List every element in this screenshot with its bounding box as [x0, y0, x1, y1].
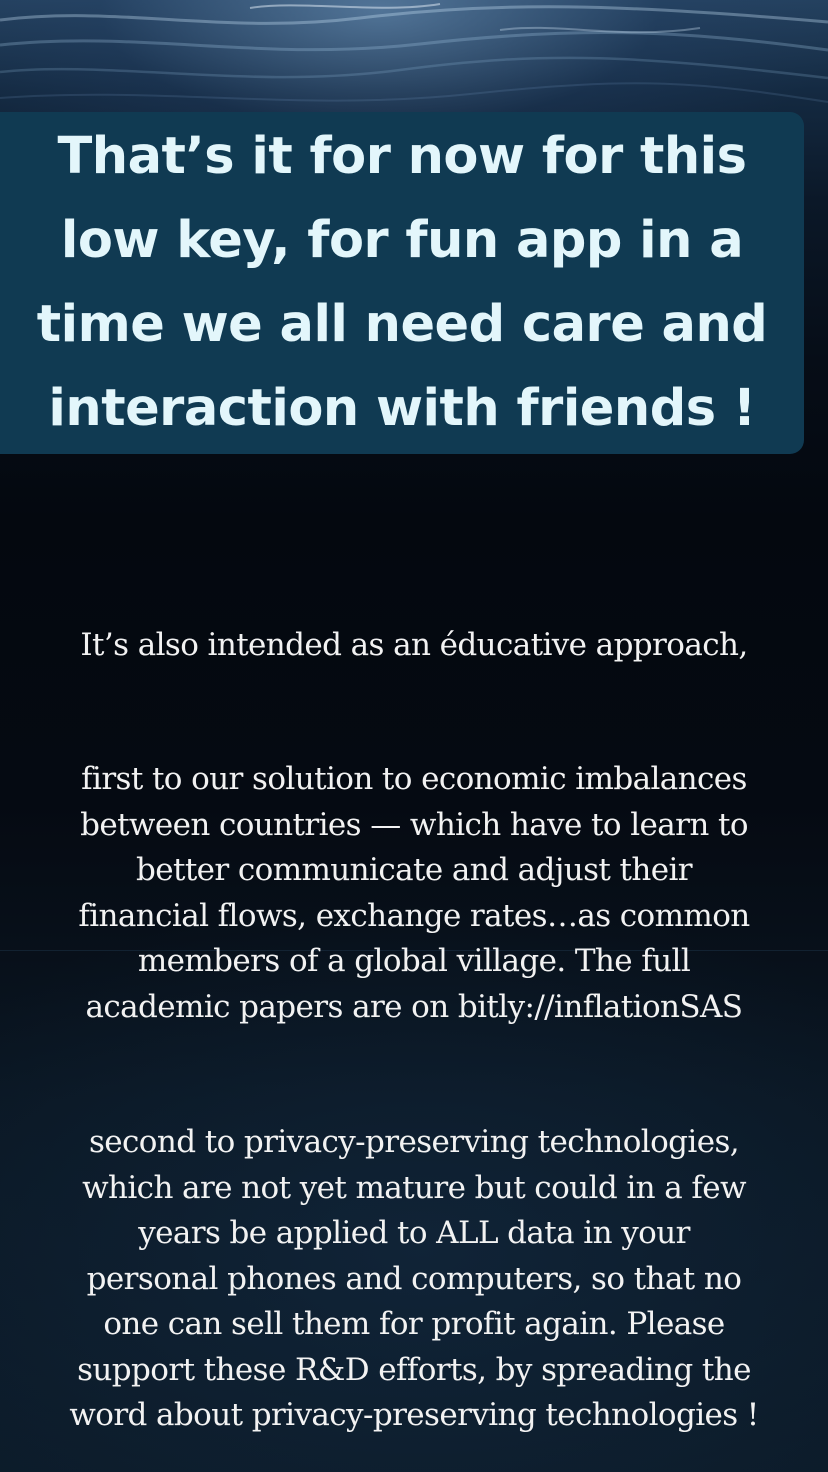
paragraph-intro: It’s also intended as an éducative appro…	[0, 623, 828, 669]
text-line: better communicate and adjust their	[135, 852, 693, 888]
text-line: financial flows, exchange rates…as commo…	[78, 897, 750, 934]
text-line: personal phones and computers, so that n…	[86, 1260, 742, 1297]
text-line: one can sell them for profit again. Plea…	[103, 1306, 725, 1342]
text-line: It’s also intended as an éducative appro…	[80, 627, 748, 663]
text-line: support these R&D efforts, by spreading …	[77, 1351, 751, 1388]
text-line: academic papers are on bitly://inflation…	[85, 988, 744, 1025]
text-line: which are not yet mature but could in a …	[82, 1169, 746, 1206]
caption-box: That’s it for now for this low key, for …	[0, 112, 804, 454]
caption-line: low key, for fun app in a	[60, 211, 744, 270]
text-line: word about privacy-preserving technologi…	[69, 1397, 759, 1433]
caption-line: time we all need care and	[36, 295, 768, 354]
story-screen: That’s it for now for this low key, for …	[0, 0, 828, 1472]
text-line: members of a global village. The full	[137, 943, 691, 979]
paragraph-economics: first to our solution to economic imbala…	[0, 757, 828, 1030]
text-line: first to our solution to economic imbala…	[81, 761, 747, 797]
text-line: second to privacy-preserving technologie…	[88, 1124, 740, 1160]
text-line: between countries — which have to learn …	[80, 806, 748, 843]
text-line: years be applied to ALL data in your	[138, 1215, 690, 1251]
caption-line: interaction with friends !	[48, 379, 756, 438]
paragraph-privacy: second to privacy-preserving technologie…	[0, 1120, 828, 1439]
caption-line: That’s it for now for this	[57, 127, 748, 186]
